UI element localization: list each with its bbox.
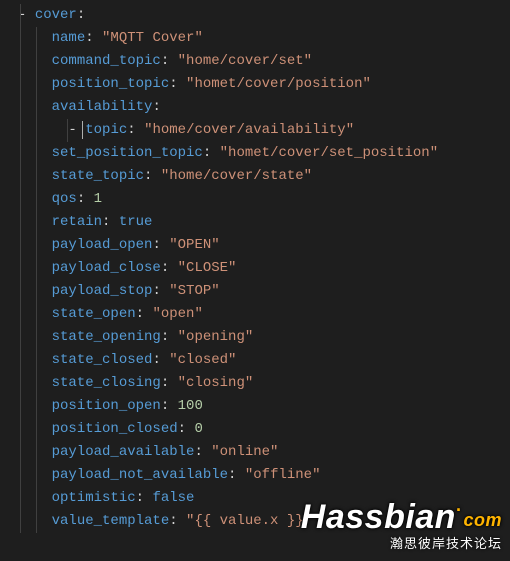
yaml-key: cover [35, 7, 77, 23]
yaml-value: 100 [178, 398, 203, 414]
yaml-key: payload_available [52, 444, 195, 460]
yaml-key: optimistic [52, 490, 136, 506]
yaml-key: retain [52, 214, 102, 230]
yaml-key: name [52, 30, 86, 46]
yaml-value: 1 [94, 191, 102, 207]
yaml-line: name: "MQTT Cover" [4, 27, 510, 50]
yaml-key: position_topic [52, 76, 170, 92]
yaml-value: 0 [194, 421, 202, 437]
yaml-line: state_closing: "closing" [4, 372, 510, 395]
yaml-line: qos: 1 [4, 188, 510, 211]
yaml-line: position_topic: "homet/cover/position" [4, 73, 510, 96]
yaml-value: "closed" [169, 352, 236, 368]
yaml-line: state_opening: "opening" [4, 326, 510, 349]
yaml-line: payload_not_available: "offline" [4, 464, 510, 487]
yaml-value: "home/cover/availability" [144, 122, 354, 138]
yaml-line: command_topic: "home/cover/set" [4, 50, 510, 73]
yaml-key: payload_open [52, 237, 153, 253]
text-cursor [82, 121, 83, 139]
yaml-key: command_topic [52, 53, 161, 69]
yaml-key: payload_stop [52, 283, 153, 299]
yaml-key: state_topic [52, 168, 144, 184]
yaml-key: value_template [52, 513, 170, 529]
yaml-value: "STOP" [169, 283, 219, 299]
yaml-key: state_closed [52, 352, 153, 368]
yaml-value: "open" [152, 306, 202, 322]
yaml-key: qos [52, 191, 77, 207]
yaml-key: state_opening [52, 329, 161, 345]
yaml-value: "offline" [245, 467, 321, 483]
yaml-line: optimistic: false [4, 487, 510, 510]
yaml-key: state_open [52, 306, 136, 322]
yaml-line: payload_available: "online" [4, 441, 510, 464]
yaml-key: position_open [52, 398, 161, 414]
yaml-key: set_position_topic [52, 145, 203, 161]
yaml-key: state_closing [52, 375, 161, 391]
yaml-line: payload_stop: "STOP" [4, 280, 510, 303]
yaml-value: "homet/cover/set_position" [220, 145, 438, 161]
yaml-line: state_closed: "closed" [4, 349, 510, 372]
yaml-value: "home/cover/state" [161, 168, 312, 184]
yaml-line: set_position_topic: "homet/cover/set_pos… [4, 142, 510, 165]
yaml-value: "online" [211, 444, 278, 460]
yaml-value: false [152, 490, 194, 506]
yaml-line: payload_close: "CLOSE" [4, 257, 510, 280]
yaml-value: "CLOSE" [178, 260, 237, 276]
yaml-value: true [119, 214, 153, 230]
yaml-line: availability: [4, 96, 510, 119]
yaml-value: "opening" [178, 329, 254, 345]
yaml-value: "MQTT Cover" [102, 30, 203, 46]
yaml-line: position_open: 100 [4, 395, 510, 418]
code-editor[interactable]: - cover: name: "MQTT Cover" command_topi… [0, 0, 510, 537]
yaml-line: - topic: "home/cover/availability" [4, 119, 510, 142]
yaml-line-root: - cover: [4, 4, 510, 27]
yaml-body: name: "MQTT Cover" command_topic: "home/… [4, 27, 510, 533]
yaml-value: "home/cover/set" [178, 53, 312, 69]
yaml-line: retain: true [4, 211, 510, 234]
yaml-key: availability [52, 99, 153, 115]
yaml-value: "{{ value.x }}" [186, 513, 312, 529]
yaml-key: payload_close [52, 260, 161, 276]
yaml-line: state_open: "open" [4, 303, 510, 326]
yaml-line: value_template: "{{ value.x }}" [4, 510, 510, 533]
yaml-key: position_closed [52, 421, 178, 437]
yaml-value: "homet/cover/position" [186, 76, 371, 92]
yaml-line: payload_open: "OPEN" [4, 234, 510, 257]
yaml-line: position_closed: 0 [4, 418, 510, 441]
yaml-key: payload_not_available [52, 467, 228, 483]
yaml-line: state_topic: "home/cover/state" [4, 165, 510, 188]
yaml-value: "closing" [178, 375, 254, 391]
yaml-value: "OPEN" [169, 237, 219, 253]
yaml-key: topic [85, 122, 127, 138]
